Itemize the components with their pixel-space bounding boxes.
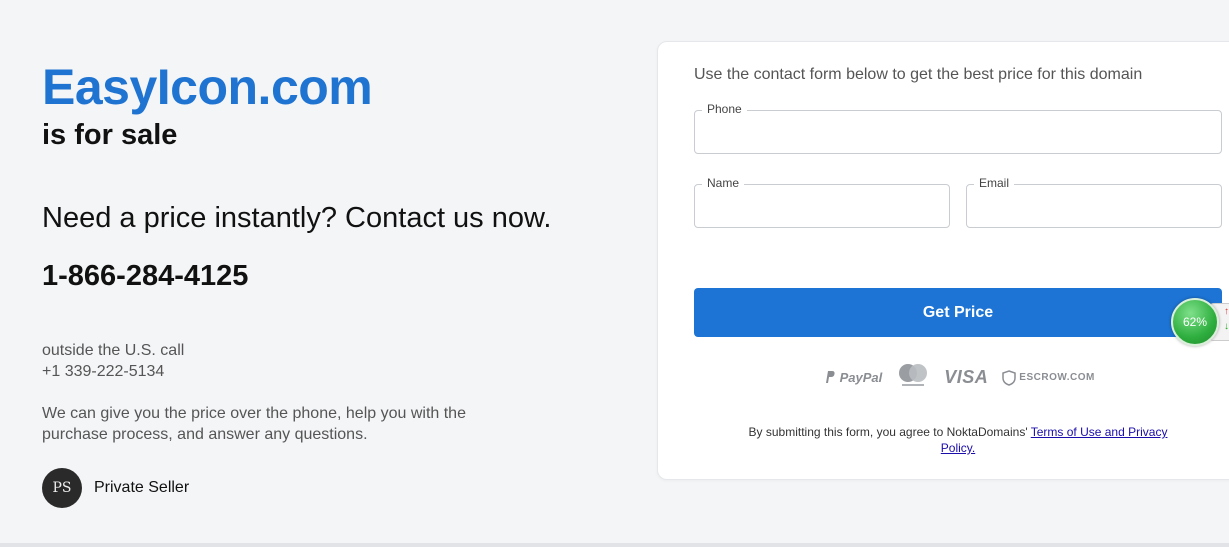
arrow-up-icon: ↑ [1224,306,1229,317]
arrow-down-icon: ↓ [1224,321,1229,332]
get-price-button[interactable]: Get Price [694,288,1222,337]
phone-field: Phone [694,102,1222,154]
visa-logo: VISA [944,367,989,387]
name-field: Name [694,176,950,228]
paypal-icon [826,371,835,383]
for-sale-subtitle: is for sale [42,119,178,151]
paypal-logo: PayPal [824,370,882,385]
cta-heading: Need a price instantly? Contact us now. [42,202,552,234]
phone-input[interactable] [695,111,1221,153]
bottom-divider [0,543,1229,547]
payment-logos: PayPal VISA ESCROW.COM [824,362,1095,393]
mastercard-logo [896,362,930,393]
percent-widget[interactable]: 62% [1171,298,1219,346]
email-label: Email [974,176,1015,190]
phone-main[interactable]: 1-866-284-4125 [42,258,248,294]
avatar: PS [42,468,82,508]
terms-text: By submitting this form, you agree to No… [748,425,1168,455]
seller-name: Private Seller [94,479,190,496]
name-label: Name [702,176,745,190]
phone-intl[interactable]: +1 339-222-5134 [42,361,184,382]
form-intro: Use the contact form below to get the be… [694,66,1143,83]
shield-icon [1002,369,1017,386]
escrow-logo: ESCROW.COM [1002,369,1095,386]
domain-title: EasyIcon.com [42,59,373,115]
description-text: We can give you the price over the phone… [42,405,466,443]
seller-info: PS Private Seller [42,468,189,508]
outside-us-label: outside the U.S. call [42,342,185,359]
phone-label: Phone [702,102,747,116]
email-field: Email [966,176,1222,228]
mastercard-icon [899,364,928,386]
email-input[interactable] [967,185,1221,227]
intl-call-block: outside the U.S. call +1 339-222-5134 [42,340,184,382]
name-input[interactable] [695,185,949,227]
contact-form-card: Use the contact form below to get the be… [657,41,1229,480]
